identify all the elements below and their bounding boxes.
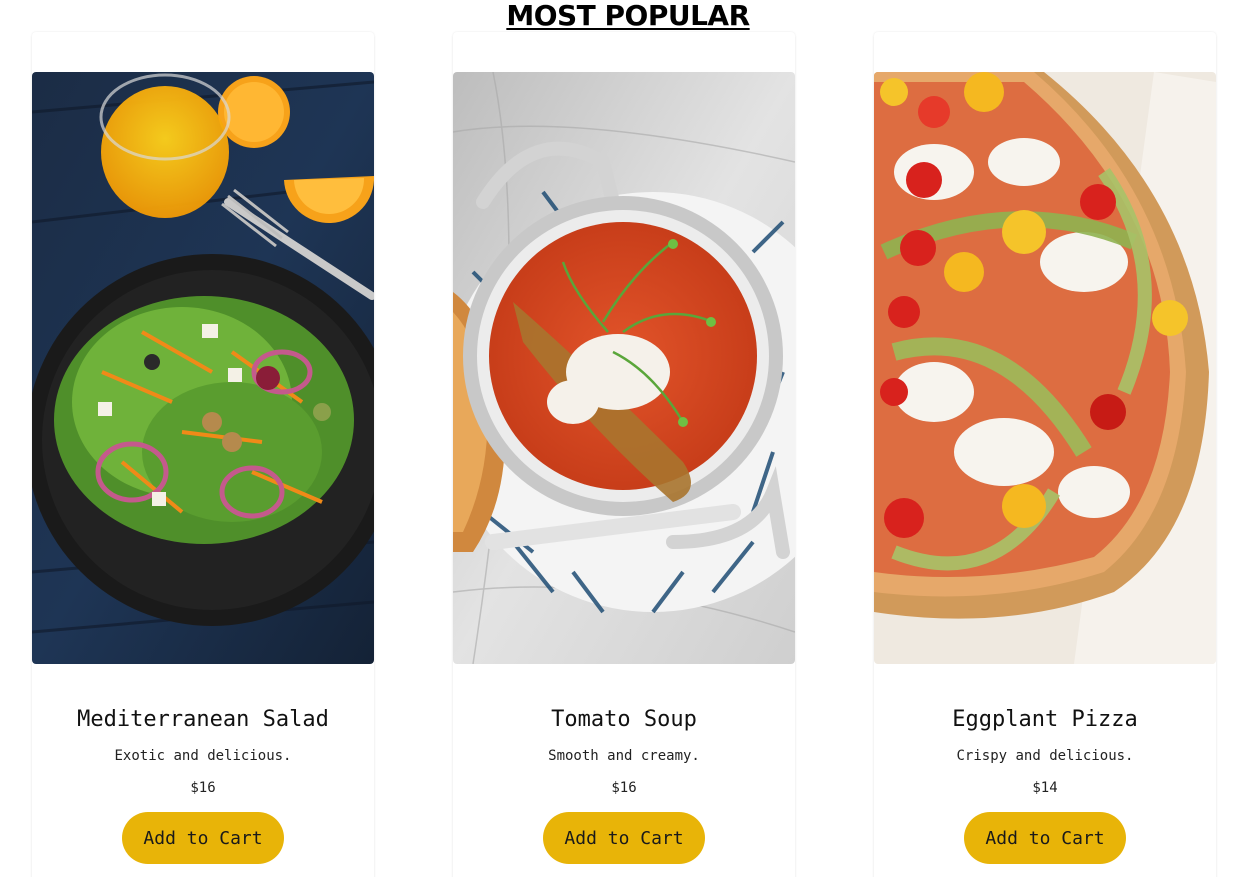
section-title: MOST POPULAR xyxy=(506,0,750,32)
pizza-photo[interactable] xyxy=(874,72,1216,664)
product-description: Smooth and creamy. xyxy=(548,748,700,764)
product-name: Mediterranean Salad xyxy=(77,707,329,732)
product-description: Exotic and delicious. xyxy=(114,748,292,764)
product-description: Crispy and delicious. xyxy=(956,748,1134,764)
soup-photo[interactable] xyxy=(453,72,795,664)
product-price: $14 xyxy=(1032,780,1058,796)
product-card-tomato-soup: Tomato Soup Smooth and creamy. $16 Add t… xyxy=(453,32,795,877)
product-price: $16 xyxy=(190,780,216,796)
add-to-cart-button[interactable]: Add to Cart xyxy=(543,812,705,864)
product-card-mediterranean-salad: Mediterranean Salad Exotic and delicious… xyxy=(32,32,374,877)
product-price: $16 xyxy=(611,780,637,796)
add-to-cart-button[interactable]: Add to Cart xyxy=(964,812,1126,864)
add-to-cart-button[interactable]: Add to Cart xyxy=(122,812,284,864)
product-name: Tomato Soup xyxy=(551,707,697,732)
salad-photo[interactable] xyxy=(32,72,374,664)
product-card-eggplant-pizza: Eggplant Pizza Crispy and delicious. $14… xyxy=(874,32,1216,877)
product-name: Eggplant Pizza xyxy=(952,707,1138,732)
